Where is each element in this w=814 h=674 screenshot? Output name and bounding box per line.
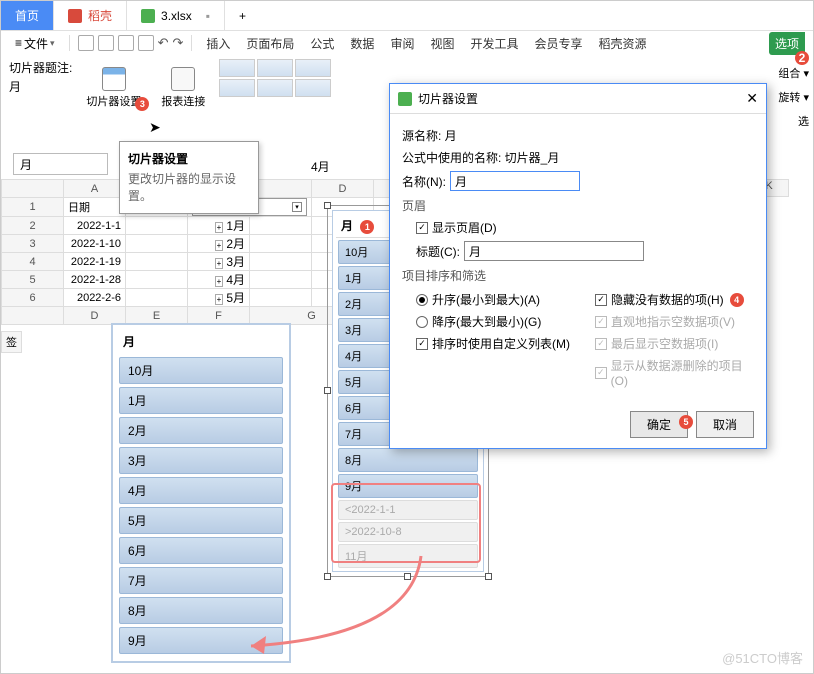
slicer-settings-dialog: 切片器设置 ✕ 源名称: 月 公式中使用的名称: 切片器_月 名称(N): 页眉… [389, 83, 767, 449]
slicer-title: 月 [117, 329, 285, 354]
ribbon: ≡ 文件 ▾ ↶ ↷ 插入 页面布局 公式 数据 审阅 视图 开发工具 会员专享… [1, 31, 813, 55]
vis2-cb [595, 338, 607, 350]
tab-menu-icon[interactable]: ▪ [206, 9, 210, 23]
slicer-item[interactable]: 4月 [119, 477, 283, 504]
slicer-settings-btn[interactable]: 切片器设置 3 [80, 59, 147, 117]
badge-5: 5 [679, 415, 693, 429]
dialog-title: 切片器设置 ✕ [390, 84, 766, 114]
slicer-item[interactable]: 10月 [119, 357, 283, 384]
slicer-item[interactable]: 8月 [338, 448, 478, 472]
tab-file[interactable]: 3.xlsx▪ [127, 1, 225, 30]
formula-name: 公式中使用的名称: 切片器_月 [402, 149, 754, 166]
xlsx-icon [141, 9, 155, 23]
rb-data[interactable]: 数据 [344, 35, 380, 52]
slicer-item-dim[interactable]: >2022-10-8 [338, 522, 478, 542]
slicer-item[interactable]: 9月 [338, 474, 478, 498]
show-header-cb[interactable] [416, 222, 428, 234]
side-label: 签 [1, 331, 22, 353]
caption-label: 标题(C): [416, 243, 460, 260]
src-name: 源名称: 月 [402, 127, 754, 144]
preview-icon[interactable] [118, 35, 134, 51]
tab-home[interactable]: 首页 [1, 1, 54, 30]
vis1-cb [595, 316, 607, 328]
watermark: @51CTO博客 [722, 648, 803, 667]
caption-input[interactable] [464, 241, 644, 261]
redo-dd[interactable]: ↷ [172, 35, 183, 51]
tooltip: 切片器设置 更改切片器的显示设置。 [119, 141, 259, 214]
rb-member[interactable]: 会员专享 [528, 35, 588, 52]
name-box[interactable]: 月 [13, 153, 108, 175]
tab-add[interactable]: + [225, 1, 260, 30]
slicer-settings-icon [102, 67, 126, 91]
rb-insert[interactable]: 插入 [200, 35, 236, 52]
slicer-item[interactable]: 8月 [119, 597, 283, 624]
report-conn-btn[interactable]: 报表连接 [155, 59, 211, 117]
slicer-left[interactable]: 月 10月 1月 2月 3月 4月 5月 6月 7月 8月 9月 [111, 323, 291, 663]
right-pane: 组合 ▾ 旋转 ▾ 选 [773, 61, 813, 133]
vis3-cb [595, 367, 607, 379]
note-value: 月 [9, 78, 72, 95]
name-input[interactable] [450, 171, 580, 191]
slicer-item[interactable]: 1月 [119, 387, 283, 414]
rb-formula[interactable]: 公式 [304, 35, 340, 52]
select-btn[interactable]: 选 [798, 113, 809, 129]
rb-layout[interactable]: 页面布局 [240, 35, 300, 52]
cursor-icon: ➤ [149, 119, 161, 136]
slicer-item[interactable]: 2月 [119, 417, 283, 444]
slicer-item-dim[interactable]: <2022-1-1 [338, 500, 478, 520]
slicer-item[interactable]: 5月 [119, 507, 283, 534]
rb-dkres[interactable]: 稻壳资源 [593, 35, 653, 52]
note-label: 切片器题注: [9, 59, 72, 76]
file-menu[interactable]: ≡ 文件 ▾ [9, 35, 61, 52]
undo-icon[interactable] [138, 35, 154, 51]
ok-button[interactable]: 确定 5 [630, 411, 688, 438]
name-label: 名称(N): [402, 173, 446, 190]
rb-dev[interactable]: 开发工具 [464, 35, 524, 52]
print-icon[interactable] [98, 35, 114, 51]
report-conn-icon [171, 67, 195, 91]
options-btn[interactable]: 选项2 [769, 32, 805, 55]
dke-icon [68, 9, 82, 23]
slicer-styles[interactable] [219, 59, 339, 97]
slicer-item[interactable]: 9月 [119, 627, 283, 654]
dialog-icon [398, 92, 412, 106]
asc-radio[interactable] [416, 294, 428, 306]
dropdown-icon[interactable]: ▾ [292, 202, 302, 212]
formula-preview: 4月 [311, 158, 330, 175]
rb-view[interactable]: 视图 [424, 35, 460, 52]
cancel-button[interactable]: 取消 [696, 411, 754, 438]
hide-empty-cb[interactable] [595, 294, 607, 306]
tab-dke[interactable]: 稻壳 [54, 1, 127, 30]
badge-3: 3 [135, 97, 149, 111]
undo-dd[interactable]: ↶ [158, 35, 169, 51]
group-btn[interactable]: 组合 ▾ [778, 65, 809, 81]
header-section: 页眉 [402, 197, 754, 214]
slicer-item[interactable]: 3月 [119, 447, 283, 474]
close-icon[interactable]: ✕ [746, 90, 758, 107]
sort-section: 项目排序和筛选 [402, 267, 754, 284]
slicer-item[interactable]: 6月 [119, 537, 283, 564]
title-tabs: 首页 稻壳 3.xlsx▪ + [1, 1, 813, 31]
badge-1: 1 [360, 220, 374, 234]
custom-cb[interactable] [416, 338, 428, 350]
slicer-item[interactable]: 7月 [119, 567, 283, 594]
slicer-item-dim[interactable]: 11月 [338, 544, 478, 568]
save-icon[interactable] [78, 35, 94, 51]
badge-4: 4 [730, 293, 744, 307]
rb-review[interactable]: 审阅 [384, 35, 420, 52]
rotate-btn[interactable]: 旋转 ▾ [778, 89, 809, 105]
desc-radio[interactable] [416, 316, 428, 328]
